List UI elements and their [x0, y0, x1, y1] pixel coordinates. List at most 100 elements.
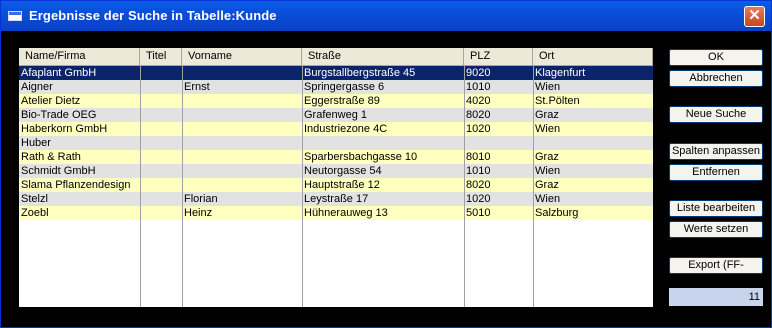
- table-cell: [141, 136, 182, 150]
- column-header[interactable]: Name/Firma: [19, 48, 140, 65]
- table-cell: [183, 136, 302, 150]
- table-row[interactable]: Stelzl Florian Leystraße 17 1020 Wien: [19, 192, 653, 206]
- edit-list-button[interactable]: Liste bearbeiten: [669, 200, 763, 217]
- table-cell: Huber: [21, 137, 51, 149]
- column-divider: [140, 65, 141, 307]
- table-cell: [141, 122, 182, 136]
- table-cell: [141, 94, 182, 108]
- table-cell: 8020: [466, 109, 491, 121]
- column-header[interactable]: Straße: [302, 48, 464, 65]
- table-cell: [141, 206, 182, 220]
- table-cell: Afaplant GmbH: [21, 67, 97, 79]
- table-cell: 1020: [466, 193, 491, 205]
- window-title: Ergebnisse der Suche in Tabelle:Kunde: [29, 8, 277, 23]
- table-cell: [183, 178, 302, 192]
- table-row[interactable]: Aigner Ernst Springergasse 6 1010 Wien: [19, 80, 653, 94]
- table-cell: Hühnerauweg 13: [304, 207, 388, 219]
- table-cell: Industriezone 4C: [304, 123, 388, 135]
- column-divider: [464, 65, 465, 307]
- table-header: Name/Firma Titel Vorname Straße PLZ Ort: [19, 48, 653, 66]
- table-cell: 9020: [466, 67, 491, 79]
- window-icon: [8, 11, 22, 21]
- table-row[interactable]: Huber: [19, 136, 653, 150]
- table-cell: [465, 136, 533, 150]
- table-row[interactable]: Bio-Trade OEG Grafenweg 1 8020 Graz: [19, 108, 653, 122]
- table-cell: 4020: [466, 95, 491, 107]
- cancel-button[interactable]: Abbrechen: [669, 70, 763, 87]
- table-cell: Grafenweg 1: [304, 109, 367, 121]
- table-row[interactable]: Rath & Rath Sparbersbachgasse 10 8010 Graz: [19, 150, 653, 164]
- table-cell: Wien: [535, 123, 561, 135]
- table-cell: Hauptstraße 12: [304, 179, 380, 191]
- table-cell: Burgstallbergstraße 45: [304, 67, 416, 79]
- ok-button[interactable]: OK: [669, 49, 763, 66]
- new-search-button[interactable]: Neue Suche: [669, 106, 763, 123]
- table-cell: St.Pölten: [535, 95, 580, 107]
- close-button[interactable]: ✕: [744, 6, 765, 27]
- fit-columns-button[interactable]: Spalten anpassen: [669, 143, 763, 160]
- table-cell: Springergasse 6: [304, 81, 385, 93]
- results-table[interactable]: Name/Firma Titel Vorname Straße PLZ Ort Afapl…: [19, 48, 653, 307]
- table-cell: [183, 164, 302, 178]
- column-header[interactable]: PLZ: [464, 48, 533, 65]
- remove-button[interactable]: Entfernen: [669, 164, 763, 181]
- table-cell: Rath & Rath: [21, 151, 81, 163]
- table-cell: Sparbersbachgasse 10: [304, 151, 418, 163]
- table-cell: 8020: [466, 179, 491, 191]
- table-cell: [534, 136, 653, 150]
- column-divider: [182, 65, 183, 307]
- table-cell: Neutorgasse 54: [304, 165, 382, 177]
- table-cell: [141, 66, 182, 80]
- table-cell: Slama Pflanzendesign: [21, 179, 131, 191]
- table-cell: Leystraße 17: [304, 193, 369, 205]
- set-values-button[interactable]: Werte setzen: [669, 221, 763, 238]
- table-cell: Aigner: [21, 81, 53, 93]
- table-cell: Ernst: [184, 81, 210, 93]
- title-bar[interactable]: Ergebnisse der Suche in Tabelle:Kunde ✕: [1, 1, 771, 31]
- result-count: 11: [669, 288, 763, 306]
- table-cell: [183, 150, 302, 164]
- table-cell: Wien: [535, 193, 561, 205]
- table-row[interactable]: Schmidt GmbH Neutorgasse 54 1010 Wien: [19, 164, 653, 178]
- export-button[interactable]: Export (FF-Format): [669, 257, 763, 286]
- table-cell: [141, 192, 182, 206]
- table-row[interactable]: Zoebl Heinz Hühnerauweg 13 5010 Salzburg: [19, 206, 653, 220]
- table-cell: 8010: [466, 151, 491, 163]
- column-header[interactable]: Ort: [533, 48, 653, 65]
- table-cell: Atelier Dietz: [21, 95, 81, 107]
- column-divider: [302, 65, 303, 307]
- table-cell: Wien: [535, 81, 561, 93]
- table-cell: Klagenfurt: [535, 67, 586, 79]
- table-row[interactable]: Atelier Dietz Eggerstraße 89 4020 St.Pölten: [19, 94, 653, 108]
- table-cell: Graz: [535, 109, 559, 121]
- table-cell: Schmidt GmbH: [21, 165, 96, 177]
- table-row[interactable]: Slama Pflanzendesign Hauptstraße 12 8020 Gr…: [19, 178, 653, 192]
- table-cell: [141, 164, 182, 178]
- table-row[interactable]: Haberkorn GmbH Industriezone 4C 1020 Wien: [19, 122, 653, 136]
- table-cell: Heinz: [184, 207, 213, 219]
- table-row[interactable]: Afaplant GmbH Burgstallbergstraße 45 9020 K…: [19, 66, 653, 80]
- table-cell: [141, 150, 182, 164]
- table-cell: Zoebl: [21, 207, 49, 219]
- column-header[interactable]: Titel: [140, 48, 182, 65]
- table-cell: [141, 108, 182, 122]
- table-cell: Florian: [184, 193, 218, 205]
- table-cell: [183, 94, 302, 108]
- table-cell: 5010: [466, 207, 491, 219]
- table-cell: Graz: [535, 179, 559, 191]
- table-cell: Bio-Trade OEG: [21, 109, 97, 121]
- table-cell: [303, 136, 464, 150]
- table-cell: [183, 66, 302, 80]
- table-cell: Wien: [535, 165, 561, 177]
- table-cell: [141, 178, 182, 192]
- column-header[interactable]: Vorname: [182, 48, 302, 65]
- table-cell: [183, 108, 302, 122]
- table-cell: 1010: [466, 165, 491, 177]
- table-cell: [141, 80, 182, 94]
- table-cell: 1020: [466, 123, 491, 135]
- column-divider: [533, 65, 534, 307]
- table-cell: [183, 122, 302, 136]
- table-cell: Haberkorn GmbH: [21, 123, 108, 135]
- table-cell: Stelzl: [21, 193, 48, 205]
- search-results-window: Ergebnisse der Suche in Tabelle:Kunde ✕ …: [0, 0, 772, 328]
